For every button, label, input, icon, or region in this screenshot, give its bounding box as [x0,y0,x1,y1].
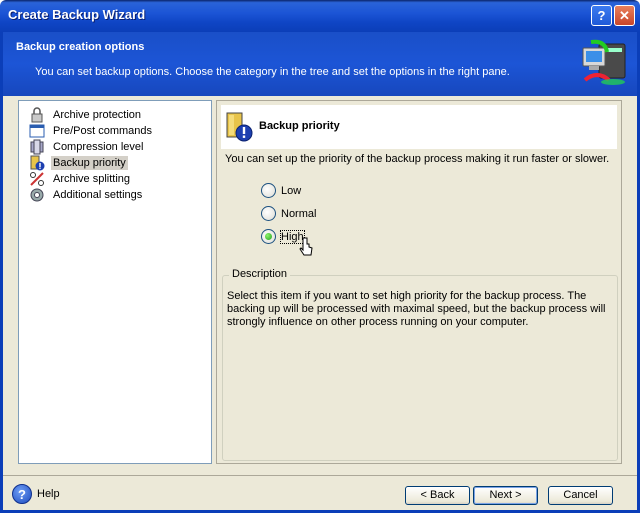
tree-item-archive-protection[interactable]: Archive protection [29,107,143,123]
window-icon [29,124,45,138]
cancel-button[interactable]: Cancel [548,486,613,505]
tree-item-compression-level[interactable]: Compression level [29,139,145,155]
footer-separator [3,475,637,476]
radio-low[interactable]: Low [261,183,301,198]
pane-title: Backup priority [259,120,340,132]
help-button[interactable]: ? Help [12,484,60,504]
backup-computer-icon [582,39,626,85]
intro-text: You can set up the priority of the backu… [225,153,610,165]
description-legend: Description [229,268,291,280]
compression-icon [30,139,44,155]
help-label: Help [37,488,60,500]
splitting-icon [30,172,44,186]
options-tree[interactable]: Archive protection Pre/Post commands Com… [18,100,212,464]
tree-item-backup-priority[interactable]: Backup priority [29,155,128,171]
help-icon: ? [12,484,32,504]
lock-icon [31,107,43,123]
window-title: Create Backup Wizard [8,7,146,22]
tree-item-pre-post-commands[interactable]: Pre/Post commands [29,123,154,139]
priority-icon [226,112,253,142]
pane-header: Backup priority [221,105,617,149]
priority-icon [30,155,45,171]
mouse-cursor-icon [299,237,313,256]
header-title: Backup creation options [16,41,145,53]
wizard-header: Backup creation options You can set back… [0,32,640,96]
radio-circle[interactable] [261,229,276,244]
next-button[interactable]: Next > [473,486,538,505]
radio-circle[interactable] [261,206,276,221]
description-text: Select this item if you want to set high… [227,290,606,328]
back-button[interactable]: < Back [405,486,470,505]
title-close-button[interactable]: ✕ [614,5,635,26]
radio-circle[interactable] [261,183,276,198]
title-bar: Create Backup Wizard ? ✕ [0,0,640,32]
tree-item-archive-splitting[interactable]: Archive splitting [29,171,132,187]
radio-selected-dot [265,233,272,240]
radio-normal[interactable]: Normal [261,206,316,221]
radio-high[interactable]: High [261,229,305,244]
tree-item-additional-settings[interactable]: Additional settings [29,187,144,203]
options-pane: Backup priority You can set up the prior… [216,100,622,464]
description-group: Description Select this item if you want… [222,268,618,461]
title-help-button[interactable]: ? [591,5,612,26]
settings-icon [30,188,44,202]
header-subtitle: You can set backup options. Choose the c… [35,66,510,78]
